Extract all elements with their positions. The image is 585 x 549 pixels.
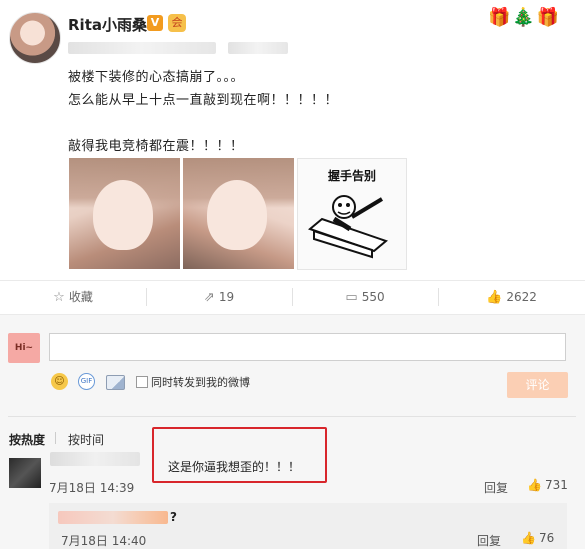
reply-like-count: 76: [538, 531, 555, 545]
post-meta-redacted: [68, 42, 216, 54]
highlight-annotation: [152, 427, 327, 483]
repost-checkbox[interactable]: [136, 376, 148, 388]
post-text-line: 敲得我电竞椅都在震！！！！: [68, 139, 244, 154]
comment-like-button[interactable]: 👍 731: [527, 478, 568, 492]
like-button[interactable]: 👍 2622: [438, 280, 585, 314]
comment-icon: ▭: [345, 290, 358, 305]
vip-badge-icon: V: [147, 15, 163, 31]
sort-by-time-tab[interactable]: 按时间: [68, 431, 104, 448]
forward-icon: ⇗: [203, 290, 215, 305]
favorite-label: 收藏: [68, 290, 93, 304]
divider: [55, 432, 56, 444]
comment-button[interactable]: ▭ 550: [292, 280, 438, 314]
commenter-avatar[interactable]: [9, 458, 41, 488]
post-text-line: 怎么能从早上十点一直敲到现在啊！！！！！: [68, 93, 339, 108]
user-avatar[interactable]: [9, 12, 61, 64]
comment-count: 550: [361, 290, 385, 304]
submit-comment-button[interactable]: 评论: [507, 372, 568, 398]
thumbs-up-icon: 👍: [486, 290, 503, 305]
forward-count: 19: [218, 290, 235, 304]
replier-name-redacted: [58, 511, 168, 524]
post-photo[interactable]: [69, 158, 180, 269]
emoji-icon[interactable]: ☺: [51, 373, 68, 390]
comment-like-count: 731: [544, 478, 568, 492]
reply-text: ?: [170, 510, 177, 524]
member-badge-icon: 会: [168, 14, 186, 32]
like-count: 2622: [506, 290, 537, 304]
forward-button[interactable]: ⇗ 19: [146, 280, 292, 314]
post-source-redacted: [228, 42, 288, 54]
commenter-name-redacted: [50, 452, 140, 466]
repost-label[interactable]: 同时转发到我的微博: [151, 374, 250, 390]
reply-button[interactable]: 回复: [477, 532, 501, 549]
image-icon[interactable]: [106, 375, 125, 390]
sort-by-hot-tab[interactable]: 按热度: [9, 431, 45, 448]
thumbs-up-icon: 👍: [527, 478, 542, 492]
post-text-line: 被楼下装修的心态搞崩了。。。: [68, 70, 245, 85]
panda-coffin-meme-icon: [307, 195, 389, 259]
post-photo[interactable]: [183, 158, 294, 269]
comment-input[interactable]: [49, 333, 566, 361]
divider: [8, 416, 576, 417]
thumbs-up-icon: 👍: [521, 531, 536, 545]
reply-button[interactable]: 回复: [484, 479, 508, 496]
meme-caption: 握手告别: [327, 169, 376, 183]
username[interactable]: Rita小雨桑: [68, 14, 147, 35]
star-icon: ☆: [53, 290, 65, 305]
reply-timestamp: 7月18日 14:40: [61, 534, 147, 548]
christmas-decoration-icon: 🎁🎄🎁: [488, 7, 562, 28]
gif-icon[interactable]: GIF: [78, 373, 95, 390]
my-avatar: Hi~: [8, 333, 40, 363]
comment-timestamp: 7月18日 14:39: [49, 481, 135, 495]
favorite-button[interactable]: ☆ 收藏: [0, 280, 146, 314]
post-meme-image[interactable]: 握手告别: [297, 158, 407, 270]
reply-like-button[interactable]: 👍 76: [521, 531, 554, 545]
